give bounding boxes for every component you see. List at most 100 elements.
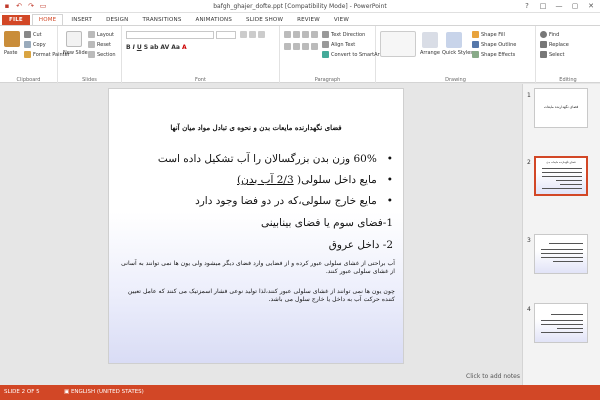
language-label: ENGLISH (UNITED STATES) xyxy=(70,389,144,395)
list-buttons[interactable] xyxy=(284,31,318,38)
spacing-icon[interactable]: AV xyxy=(160,44,169,51)
shape-outline-button[interactable]: Shape Outline xyxy=(472,41,516,48)
thumb-line xyxy=(553,261,583,262)
underline-icon[interactable]: U xyxy=(137,44,142,51)
quick-styles-button[interactable]: Quick Styles xyxy=(442,50,473,56)
font-size-field[interactable] xyxy=(216,31,236,39)
close-icon[interactable]: ✕ xyxy=(584,1,598,11)
item-1[interactable]: 1-فضای سوم یا فضای بینابینی xyxy=(261,217,393,229)
arrange-button[interactable]: Arrange xyxy=(420,50,440,56)
document-title: bafgh_ghajer_dofte.ppt [Compatibility Mo… xyxy=(213,3,387,10)
replace-label: Replace xyxy=(549,41,569,48)
thumb-line xyxy=(542,172,582,173)
slide-info[interactable]: SLIDE 2 OF 5 xyxy=(4,389,40,395)
strikethrough-icon[interactable]: ab xyxy=(150,44,158,51)
tab-design[interactable]: DESIGN xyxy=(100,15,134,25)
bullet-3[interactable]: مایع خارج سلولی،که در دو فضا وجود دارد xyxy=(195,195,393,207)
shape-effects-button[interactable]: Shape Effects xyxy=(472,51,515,58)
convert-smartart-button[interactable]: Convert to SmartArt xyxy=(322,51,382,58)
section-label: Section xyxy=(97,51,116,58)
thumbnail-slide-4[interactable] xyxy=(534,303,588,343)
thumb-number: 4 xyxy=(527,306,531,313)
thumb-line xyxy=(556,180,582,181)
font-color-icon[interactable]: A xyxy=(182,44,187,51)
outline-icon xyxy=(472,41,479,48)
item-2[interactable]: 2- داخل عروق xyxy=(329,239,393,251)
thumbnail-slide-3[interactable] xyxy=(534,234,588,274)
bold-icon[interactable]: B xyxy=(126,44,131,51)
layout-icon xyxy=(88,31,95,38)
convert-smartart-label: Convert to SmartArt xyxy=(331,51,382,58)
shape-fill-button[interactable]: Shape Fill xyxy=(472,31,505,38)
tab-file[interactable]: FILE xyxy=(2,15,30,25)
section-button[interactable]: Section xyxy=(88,51,116,58)
replace-button[interactable]: Replace xyxy=(540,41,569,48)
thumb-line xyxy=(541,332,583,333)
replace-icon xyxy=(540,41,547,48)
thumbnail-slide-1[interactable]: فضای نگهدارنده مایعات xyxy=(534,88,588,128)
paste-button[interactable]: Paste xyxy=(4,50,18,56)
align-text-button[interactable]: Align Text xyxy=(322,41,355,48)
brush-icon xyxy=(24,51,31,58)
change-case-icon[interactable]: Aa xyxy=(171,44,180,51)
layout-button[interactable]: Layout xyxy=(88,31,114,38)
shrink-font-icon xyxy=(249,31,256,38)
copy-icon xyxy=(24,41,31,48)
tab-transitions[interactable]: TRANSITIONS xyxy=(136,15,187,25)
bullet-1[interactable]: 60% وزن بدن بزرگسالان را آب تشکیل داده ا… xyxy=(158,153,393,165)
text-direction-button[interactable]: Text Direction xyxy=(322,31,365,38)
thumbnail-slide-2[interactable]: فضای نگهدارنده مایعات بدن xyxy=(534,156,588,196)
tab-insert[interactable]: INSERT xyxy=(65,15,98,25)
thumb-line xyxy=(542,176,582,177)
font-name-field[interactable] xyxy=(126,31,214,39)
tab-animations[interactable]: ANIMATIONS xyxy=(190,15,239,25)
copy-button[interactable]: Copy xyxy=(24,41,46,48)
slide-canvas[interactable]: فضای نگهدارنده مایعات بدن و نحوه ی تبادل… xyxy=(108,88,404,364)
thumb-line xyxy=(541,257,583,258)
quick-styles-icon[interactable] xyxy=(446,32,462,48)
new-slide-icon[interactable] xyxy=(66,31,82,47)
drawing-group: Arrange Quick Styles Shape Fill Shape Ou… xyxy=(376,26,536,84)
select-button[interactable]: Select xyxy=(540,51,564,58)
cut-button[interactable]: Cut xyxy=(24,31,42,38)
bullet-2-underlined: 2/3 آب بدن) xyxy=(237,174,294,186)
select-icon xyxy=(540,51,547,58)
tab-view[interactable]: VIEW xyxy=(328,15,355,25)
scissors-icon xyxy=(24,31,31,38)
tab-home[interactable]: HOME xyxy=(31,14,64,25)
increase-indent-icon xyxy=(311,31,318,38)
slide-title[interactable]: فضای نگهدارنده مایعات بدن و نحوه ی تبادل… xyxy=(115,123,397,132)
shadow-icon[interactable]: S xyxy=(144,44,148,51)
new-slide-button[interactable]: New Slide xyxy=(63,50,88,56)
editing-label: Editing xyxy=(559,77,577,83)
tab-review[interactable]: REVIEW xyxy=(291,15,326,25)
find-button[interactable]: Find xyxy=(540,31,559,38)
minimize-icon[interactable]: — xyxy=(552,1,566,11)
thumb-number: 3 xyxy=(527,237,531,244)
font-style-buttons[interactable]: B I U Sab AV Aa A xyxy=(126,44,187,51)
font-group: B I U Sab AV Aa A Font xyxy=(122,26,280,84)
paragraph-1[interactable]: آب براحتی از غشای سلولی عبور کرده و از ف… xyxy=(115,260,395,276)
align-buttons[interactable] xyxy=(284,43,318,50)
maximize-icon[interactable]: ▢ xyxy=(568,1,582,11)
bullet-2-text: مایع داخل سلولی( xyxy=(293,174,377,186)
tab-slide-show[interactable]: SLIDE SHOW xyxy=(240,15,289,25)
shape-outline-label: Shape Outline xyxy=(481,41,517,48)
thumb-line xyxy=(549,243,583,244)
paste-icon[interactable] xyxy=(4,31,20,47)
language-status[interactable]: ▣ ENGLISH (UNITED STATES) xyxy=(64,389,144,395)
ribbon-display-icon[interactable]: □ xyxy=(536,1,550,11)
paragraph-2[interactable]: چون یون ها نمی توانند از غشای سلولی عبور… xyxy=(115,288,395,304)
thumb-title: فضای نگهدارنده مایعات xyxy=(543,105,579,109)
shapes-gallery[interactable] xyxy=(380,31,416,57)
help-icon[interactable]: ? xyxy=(520,1,534,11)
thumb-line xyxy=(551,314,583,315)
bullet-2[interactable]: مایع داخل سلولی( 2/3 آب بدن) xyxy=(237,174,393,186)
arrange-icon[interactable] xyxy=(422,32,438,48)
copy-label: Copy xyxy=(33,41,46,48)
reset-button[interactable]: Reset xyxy=(88,41,111,48)
italic-icon[interactable]: I xyxy=(133,44,135,51)
clipboard-group: Paste Cut Copy Format Painter Clipboard xyxy=(0,26,70,84)
font-size-buttons[interactable] xyxy=(240,31,265,38)
notes-placeholder[interactable]: Click to add notes xyxy=(466,373,520,380)
